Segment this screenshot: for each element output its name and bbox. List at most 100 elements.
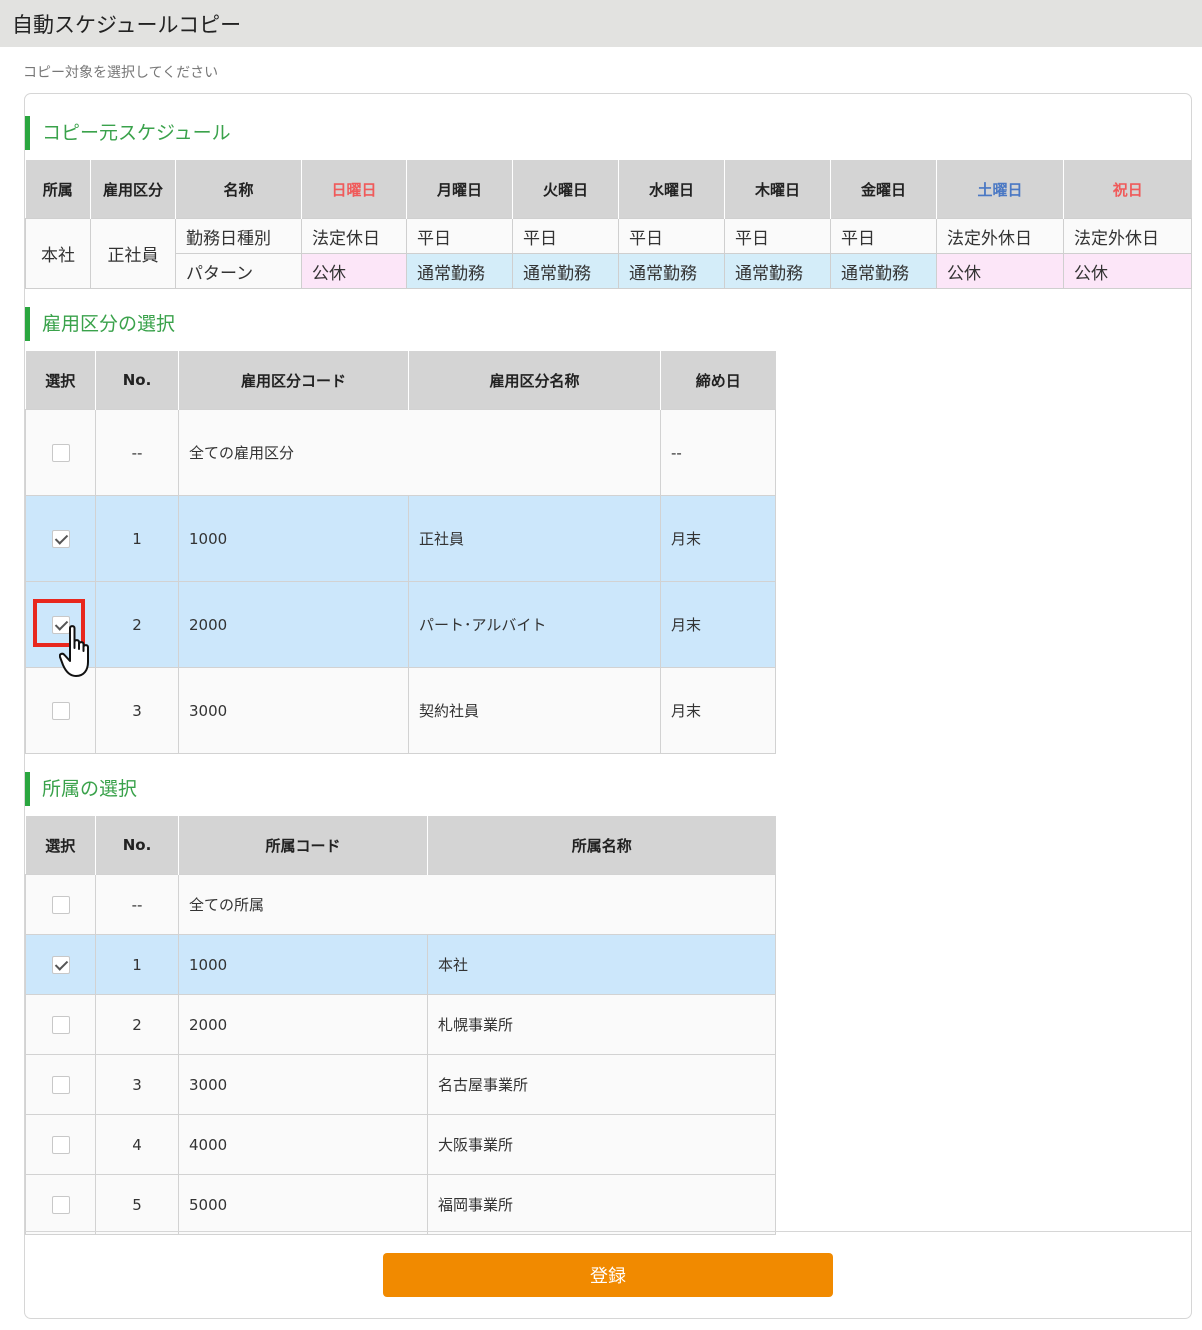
row-closing-day: 月末: [660, 581, 776, 668]
table-row: 1 1000 本社: [25, 934, 776, 995]
row-name: 正社員: [408, 495, 661, 582]
table-row-all-employment: -- 全ての雇用区分 --: [25, 409, 776, 496]
pattern-cell: 通常勤務: [512, 253, 619, 289]
all-employment-label: 全ての雇用区分: [178, 409, 661, 496]
employment-checkbox-2[interactable]: [51, 615, 70, 634]
employment-checkbox-3[interactable]: [51, 701, 70, 720]
pattern-cell: 通常勤務: [406, 253, 513, 289]
daytype-cell: 平日: [512, 218, 619, 254]
header-tuesday: 火曜日: [512, 160, 619, 219]
copy-settings-card: コピー元スケジュール 所属 雇用区分 名称 日曜日 月曜日 火曜日 水曜日 木曜…: [24, 93, 1192, 1319]
row-code: 2000: [178, 581, 409, 668]
header-no: No.: [95, 351, 179, 410]
select-all-affiliation-checkbox[interactable]: [51, 895, 70, 914]
header-holiday: 祝日: [1063, 160, 1192, 219]
employment-select-heading: 雇用区分の選択: [25, 307, 175, 341]
table-row: 3 3000 名古屋事業所: [25, 1054, 776, 1115]
row-no: 4: [95, 1114, 179, 1175]
header-no: No.: [95, 816, 179, 875]
row-code: 3000: [178, 667, 409, 754]
affiliation-checkbox-5[interactable]: [51, 1195, 70, 1214]
header-employment-code: 雇用区分コード: [178, 351, 409, 410]
daytype-cell: 平日: [618, 218, 725, 254]
register-button[interactable]: 登録: [383, 1253, 833, 1297]
affiliation-select-heading: 所属の選択: [25, 772, 137, 806]
row-no: 5: [95, 1174, 179, 1235]
pattern-cell: 公休: [301, 253, 407, 289]
table-row: 4 4000 大阪事業所: [25, 1114, 776, 1175]
table-row: 3 3000 契約社員 月末: [25, 667, 776, 754]
row-no: --: [95, 409, 179, 496]
row-no: 3: [95, 667, 179, 754]
header-name: 名称: [175, 160, 302, 219]
header-wednesday: 水曜日: [618, 160, 725, 219]
source-employment: 正社員: [90, 218, 176, 289]
header-saturday: 土曜日: [936, 160, 1064, 219]
select-all-employment-checkbox[interactable]: [51, 443, 70, 462]
pattern-cell: 通常勤務: [618, 253, 725, 289]
daytype-cell: 平日: [406, 218, 513, 254]
row-code: 1000: [178, 495, 409, 582]
table-row: 5 5000 福岡事業所: [25, 1174, 776, 1235]
daytype-label: 勤務日種別: [175, 218, 302, 254]
daytype-cell: 法定外休日: [1063, 218, 1192, 254]
source-schedule-heading: コピー元スケジュール: [25, 116, 231, 150]
table-row: 2 2000 パート･アルバイト 月末: [25, 581, 776, 668]
affiliation-checkbox-4[interactable]: [51, 1135, 70, 1154]
pattern-cell: 通常勤務: [830, 253, 937, 289]
employment-checkbox-1[interactable]: [51, 529, 70, 548]
row-name: 契約社員: [408, 667, 661, 754]
pattern-cell: 公休: [936, 253, 1064, 289]
row-no: --: [95, 874, 179, 935]
header-monday: 月曜日: [406, 160, 513, 219]
row-no: 3: [95, 1054, 179, 1115]
row-name: 札幌事業所: [427, 994, 776, 1055]
row-name: 大阪事業所: [427, 1114, 776, 1175]
row-name: 名古屋事業所: [427, 1054, 776, 1115]
affiliation-checkbox-2[interactable]: [51, 1015, 70, 1034]
header-employment-name: 雇用区分名称: [408, 351, 661, 410]
row-closing-day: 月末: [660, 667, 776, 754]
header-thursday: 木曜日: [724, 160, 831, 219]
employment-select-table: 選択 No. 雇用区分コード 雇用区分名称 締め日 -- 全ての雇用区分 -- …: [25, 351, 776, 754]
page-subtitle: コピー対象を選択してください: [23, 65, 219, 81]
row-no: 1: [95, 934, 179, 995]
table-row: 2 2000 札幌事業所: [25, 994, 776, 1055]
row-code: 5000: [178, 1174, 428, 1235]
row-closing-day: 月末: [660, 495, 776, 582]
row-code: 2000: [178, 994, 428, 1055]
row-code: 3000: [178, 1054, 428, 1115]
daytype-cell: 法定外休日: [936, 218, 1064, 254]
row-no: 2: [95, 581, 179, 668]
pattern-cell: 公休: [1063, 253, 1192, 289]
pattern-cell: 通常勤務: [724, 253, 831, 289]
row-code: 1000: [178, 934, 428, 995]
header-closing-day: 締め日: [660, 351, 776, 410]
pattern-label: パターン: [175, 253, 302, 289]
table-row-all-affiliation: -- 全ての所属: [25, 874, 776, 935]
table-row: 1 1000 正社員 月末: [25, 495, 776, 582]
affiliation-checkbox-1[interactable]: [51, 955, 70, 974]
source-schedule-table: 所属 雇用区分 名称 日曜日 月曜日 火曜日 水曜日 木曜日 金曜日 土曜日 祝…: [25, 160, 1192, 289]
row-name: パート･アルバイト: [408, 581, 661, 668]
row-name: 本社: [427, 934, 776, 995]
row-closing-day: --: [660, 409, 776, 496]
row-code: 4000: [178, 1114, 428, 1175]
row-no: 2: [95, 994, 179, 1055]
card-footer-divider: [25, 1231, 1191, 1232]
affiliation-checkbox-3[interactable]: [51, 1075, 70, 1094]
row-name: 福岡事業所: [427, 1174, 776, 1235]
header-affiliation-name: 所属名称: [427, 816, 776, 875]
daytype-cell: 法定休日: [301, 218, 407, 254]
all-affiliation-label: 全ての所属: [178, 874, 776, 935]
header-select: 選択: [25, 816, 96, 875]
row-no: 1: [95, 495, 179, 582]
daytype-cell: 平日: [830, 218, 937, 254]
header-employment: 雇用区分: [90, 160, 176, 219]
header-affiliation: 所属: [25, 160, 91, 219]
header-affiliation-code: 所属コード: [178, 816, 428, 875]
affiliation-select-table: 選択 No. 所属コード 所属名称 -- 全ての所属 1 1000 本社 2 2…: [25, 816, 776, 1235]
header-sunday: 日曜日: [301, 160, 407, 219]
page-title: 自動スケジュールコピー: [0, 0, 1202, 47]
daytype-cell: 平日: [724, 218, 831, 254]
